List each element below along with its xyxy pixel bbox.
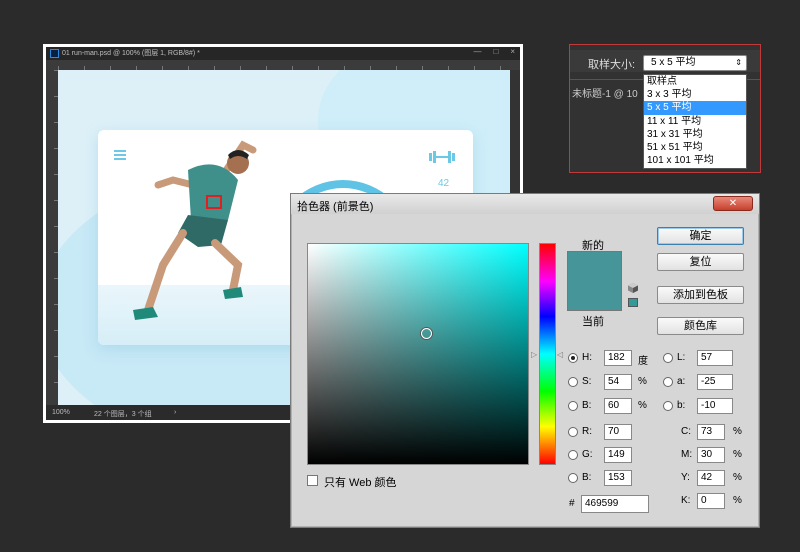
dropdown-option[interactable]: 取样点 <box>644 75 746 88</box>
color-picker-dialog: 拾色器 (前景色) ✕ ▷ ◁ 新的 当前 确定 复位 添加到色板 颜色库 H:… <box>290 193 760 528</box>
dropdown-option[interactable]: 31 x 31 平均 <box>644 128 746 141</box>
minimize-button[interactable]: — <box>473 47 481 56</box>
b-field[interactable]: 60 <box>604 398 632 414</box>
document-title: 01 run-man.psd @ 100% (图层 1, RGB/8#) * <box>62 50 200 57</box>
m-unit: % <box>733 449 742 460</box>
l-label: L: <box>677 352 686 363</box>
new-color-swatch <box>567 251 622 286</box>
web-colors-only-checkbox[interactable] <box>307 475 318 486</box>
h-radio[interactable] <box>568 353 578 363</box>
runner-figure <box>133 140 257 320</box>
dialog-title: 拾色器 (前景色) <box>297 201 374 213</box>
dropdown-option[interactable]: 11 x 11 平均 <box>644 115 746 128</box>
k-label: K: <box>681 495 691 506</box>
dialog-titlebar[interactable]: 拾色器 (前景色) ✕ <box>291 194 759 214</box>
document-info: 22 个图层，3 个组 <box>94 411 152 418</box>
y-label: Y: <box>681 472 690 483</box>
add-to-swatches-button[interactable]: 添加到色板 <box>657 286 744 304</box>
horizontal-ruler[interactable] <box>58 60 520 70</box>
dropdown-option-selected[interactable]: 5 x 5 平均 <box>644 101 746 115</box>
r-field[interactable]: 70 <box>604 424 632 440</box>
sample-size-select[interactable]: 5 x 5 平均 ⇕ <box>643 55 747 71</box>
document-tab[interactable]: 01 run-man.psd @ 100% (图层 1, RGB/8#) * —… <box>46 47 520 60</box>
vertical-ruler[interactable] <box>46 70 58 405</box>
sample-size-dropdown: 取样点 3 x 3 平均 5 x 5 平均 11 x 11 平均 31 x 31… <box>643 74 747 169</box>
hue-slider-left-arrow-icon[interactable]: ▷ <box>531 350 537 359</box>
sample-size-label: 取样大小: <box>588 59 636 71</box>
b-unit: % <box>638 400 647 411</box>
hue-slider-right-arrow-icon[interactable]: ◁ <box>557 350 563 359</box>
hex-label: # <box>569 498 575 509</box>
dropdown-option[interactable]: 101 x 101 平均 <box>644 154 746 167</box>
h-label: H: <box>582 352 592 363</box>
card-number: 42 <box>438 178 450 189</box>
g-field[interactable]: 149 <box>604 447 632 463</box>
lab-b-radio[interactable] <box>663 401 673 411</box>
k-field[interactable]: 0 <box>697 493 725 509</box>
blue-label: B: <box>582 472 592 483</box>
ruler-corner[interactable] <box>46 60 58 70</box>
saturation-brightness-field[interactable] <box>307 243 529 465</box>
color-libraries-button[interactable]: 颜色库 <box>657 317 744 335</box>
cube-icon[interactable] <box>628 283 638 293</box>
s-unit: % <box>638 376 647 387</box>
reset-button[interactable]: 复位 <box>657 253 744 271</box>
a-label: a: <box>677 376 686 387</box>
c-field[interactable]: 73 <box>697 424 725 440</box>
m-field[interactable]: 30 <box>697 447 725 463</box>
h-unit: 度 <box>638 356 648 367</box>
current-color-label: 当前 <box>582 316 604 328</box>
c-unit: % <box>733 426 742 437</box>
l-field[interactable]: 57 <box>697 350 733 366</box>
web-safe-swatch[interactable] <box>628 298 638 307</box>
lab-b-field[interactable]: -10 <box>697 398 733 414</box>
l-radio[interactable] <box>663 353 673 363</box>
status-menu-arrow[interactable]: › <box>174 409 176 416</box>
hue-slider[interactable] <box>539 243 556 465</box>
s-field[interactable]: 54 <box>604 374 632 390</box>
dropdown-option[interactable]: 3 x 3 平均 <box>644 88 746 101</box>
s-label: S: <box>582 376 592 387</box>
photoshop-icon <box>50 49 59 58</box>
lab-b-label: b: <box>677 400 686 411</box>
a-field[interactable]: -25 <box>697 374 733 390</box>
close-button[interactable]: ✕ <box>713 196 753 211</box>
k-unit: % <box>733 495 742 506</box>
r-radio[interactable] <box>568 427 578 437</box>
color-cursor[interactable] <box>421 328 432 339</box>
m-label: M: <box>681 449 693 460</box>
sample-marker <box>206 195 222 209</box>
blue-field[interactable]: 153 <box>604 470 632 486</box>
sample-size-panel: 取样大小: 5 x 5 平均 ⇕ 未标题-1 @ 10 取样点 3 x 3 平均… <box>569 44 761 173</box>
dropdown-option[interactable]: 51 x 51 平均 <box>644 141 746 154</box>
c-label: C: <box>681 426 691 437</box>
current-color-swatch[interactable] <box>567 286 622 311</box>
y-unit: % <box>733 472 742 483</box>
hex-field[interactable]: 469599 <box>581 495 649 513</box>
window-controls: — □ × <box>473 47 515 56</box>
b-radio[interactable] <box>568 401 578 411</box>
document-tab-label[interactable]: 未标题-1 @ 10 <box>572 85 638 100</box>
sample-size-value: 5 x 5 平均 <box>651 57 696 68</box>
b-label: B: <box>582 400 592 411</box>
s-radio[interactable] <box>568 377 578 387</box>
maximize-button[interactable]: □ <box>493 47 498 56</box>
ok-button[interactable]: 确定 <box>657 227 744 245</box>
zoom-level[interactable]: 100% <box>52 409 70 416</box>
g-radio[interactable] <box>568 450 578 460</box>
h-field[interactable]: 182 <box>604 350 632 366</box>
close-window-button[interactable]: × <box>510 47 515 56</box>
g-label: G: <box>582 449 593 460</box>
r-label: R: <box>582 426 592 437</box>
a-radio[interactable] <box>663 377 673 387</box>
blue-radio[interactable] <box>568 473 578 483</box>
dumbbell-icon <box>429 151 455 163</box>
select-arrow-icon: ⇕ <box>735 58 742 67</box>
y-field[interactable]: 42 <box>697 470 725 486</box>
web-colors-only-label: 只有 Web 颜色 <box>324 477 397 489</box>
